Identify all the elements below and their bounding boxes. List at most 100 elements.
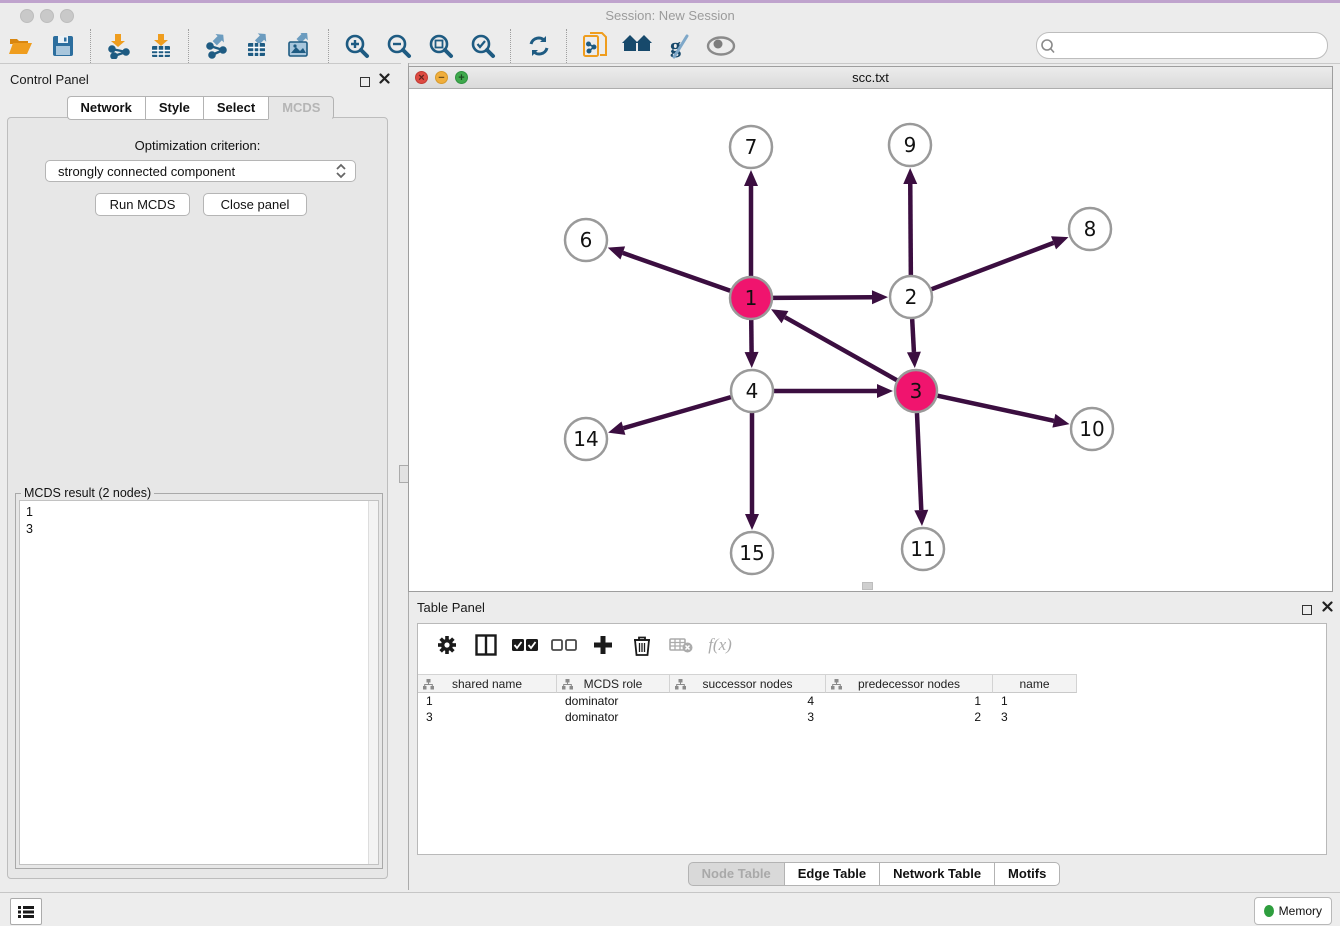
select-all-rows-button[interactable] [512,632,538,658]
delete-table-button[interactable] [668,632,694,658]
float-panel-icon[interactable] [360,74,370,92]
graph-node-14[interactable]: 14 [565,418,607,460]
control-panel: Control Panel Network Style Select MCDS … [0,63,401,892]
tab-network[interactable]: Network [67,96,145,120]
table-cell[interactable]: 1 [418,693,557,709]
toggle-graphics-details-button[interactable]: g [662,30,696,62]
zoom-selected-button[interactable] [466,30,500,62]
save-session-button[interactable] [46,30,80,62]
search-field[interactable] [1036,32,1328,59]
edge-3-to-10[interactable] [938,396,1054,421]
graph-node-9[interactable]: 9 [889,124,931,166]
criterion-dropdown[interactable]: strongly connected component [45,160,356,182]
edge-3-to-1[interactable] [785,317,897,380]
export-network-button[interactable] [200,30,234,62]
close-panel-icon[interactable] [379,73,390,84]
network-window-title: scc.txt [409,70,1332,85]
deselect-all-rows-button[interactable] [551,632,577,658]
column-type-icon [675,679,686,690]
add-column-button[interactable] [590,632,616,658]
column-header-shared-name[interactable]: shared name [418,674,557,693]
delete-column-button[interactable] [629,632,655,658]
table-cell[interactable]: 1 [993,693,1077,709]
table-row[interactable]: 3dominator323 [418,709,1326,725]
graph-node-8[interactable]: 8 [1069,208,1111,250]
table-cell[interactable]: dominator [557,693,670,709]
table-cell[interactable]: 3 [418,709,557,725]
edge-1-to-6[interactable] [623,253,730,291]
import-network-button[interactable] [102,30,136,62]
table-cell[interactable]: 3 [993,709,1077,725]
checked-boxes-icon [512,639,538,652]
canvas-resize-notch[interactable] [862,582,873,590]
zoom-fit-button[interactable] [424,30,458,62]
graph-node-11[interactable]: 11 [902,528,944,570]
table-cell[interactable]: 4 [670,693,826,709]
trash-icon [633,635,651,656]
graph-node-4[interactable]: 4 [731,370,773,412]
tab-style[interactable]: Style [145,96,203,120]
graph-node-7[interactable]: 7 [730,126,772,168]
edge-2-to-9[interactable] [910,184,911,275]
import-table-button[interactable] [144,30,178,62]
run-mcds-button[interactable]: Run MCDS [95,193,190,216]
tab-select[interactable]: Select [203,96,268,120]
open-folder-icon [8,35,34,57]
task-history-button[interactable] [10,898,42,925]
column-header-mcds-role[interactable]: MCDS role [557,674,670,693]
column-header-successor-nodes[interactable]: successor nodes [670,674,826,693]
arrowhead-3-to-11 [914,510,928,526]
open-session-button[interactable] [4,30,38,62]
close-table-panel-icon[interactable] [1322,601,1333,612]
home-button[interactable] [620,30,654,62]
column-header-predecessor-nodes[interactable]: predecessor nodes [826,674,993,693]
tab-mcds[interactable]: MCDS [268,96,334,120]
table-cell[interactable]: dominator [557,709,670,725]
graph-node-10[interactable]: 10 [1071,408,1113,450]
result-scrollbar[interactable] [368,501,378,864]
table-cell[interactable]: 2 [826,709,993,725]
table-toolbar: f(x) [418,624,1326,666]
table-cell[interactable]: 1 [826,693,993,709]
tab-network-table[interactable]: Network Table [879,862,994,886]
close-panel-button[interactable]: Close panel [203,193,307,216]
birds-eye-toggle-button[interactable] [704,30,738,62]
toolbar-separator [566,29,568,63]
graph-node-1[interactable]: 1 [730,277,772,319]
tab-edge-table[interactable]: Edge Table [784,862,879,886]
network-canvas[interactable]: 1 2 3 4 6 7 8 9 10 11 14 15 [409,89,1332,591]
mcds-result-textarea[interactable]: 1 3 [19,500,379,865]
network-file-button[interactable] [578,30,612,62]
arrowhead-1-to-2 [872,290,888,304]
search-input[interactable] [1059,35,1327,57]
graph-node-15[interactable]: 15 [731,532,773,574]
graph-node-6[interactable]: 6 [565,219,607,261]
network-window-titlebar[interactable]: × − + scc.txt [409,67,1332,89]
zoom-out-button[interactable] [382,30,416,62]
zoom-in-button[interactable] [340,30,374,62]
graph-node-3[interactable]: 3 [895,370,937,412]
svg-text:6: 6 [580,228,593,252]
edge-2-to-3[interactable] [912,319,914,352]
edge-4-to-14[interactable] [623,397,730,428]
refresh-view-button[interactable] [522,30,556,62]
memory-button[interactable]: Memory [1254,897,1332,925]
column-layout-button[interactable] [473,632,499,658]
table-row[interactable]: 1dominator411 [418,693,1326,709]
apply-function-button[interactable]: f(x) [707,632,733,658]
edge-3-to-11[interactable] [917,413,921,510]
svg-text:7: 7 [745,135,758,159]
edge-1-to-2[interactable] [773,297,872,298]
tab-node-table[interactable]: Node Table [688,862,784,886]
tab-motifs[interactable]: Motifs [994,862,1060,886]
table-settings-button[interactable] [434,632,460,658]
float-table-panel-icon[interactable] [1302,602,1312,620]
columns-icon [475,634,497,656]
edge-2-to-8[interactable] [932,243,1054,289]
graph-node-2[interactable]: 2 [890,276,932,318]
export-image-button[interactable] [284,30,318,62]
import-table-icon [149,33,173,59]
table-cell[interactable]: 3 [670,709,826,725]
export-table-button[interactable] [242,30,276,62]
column-header-name[interactable]: name [993,674,1077,693]
